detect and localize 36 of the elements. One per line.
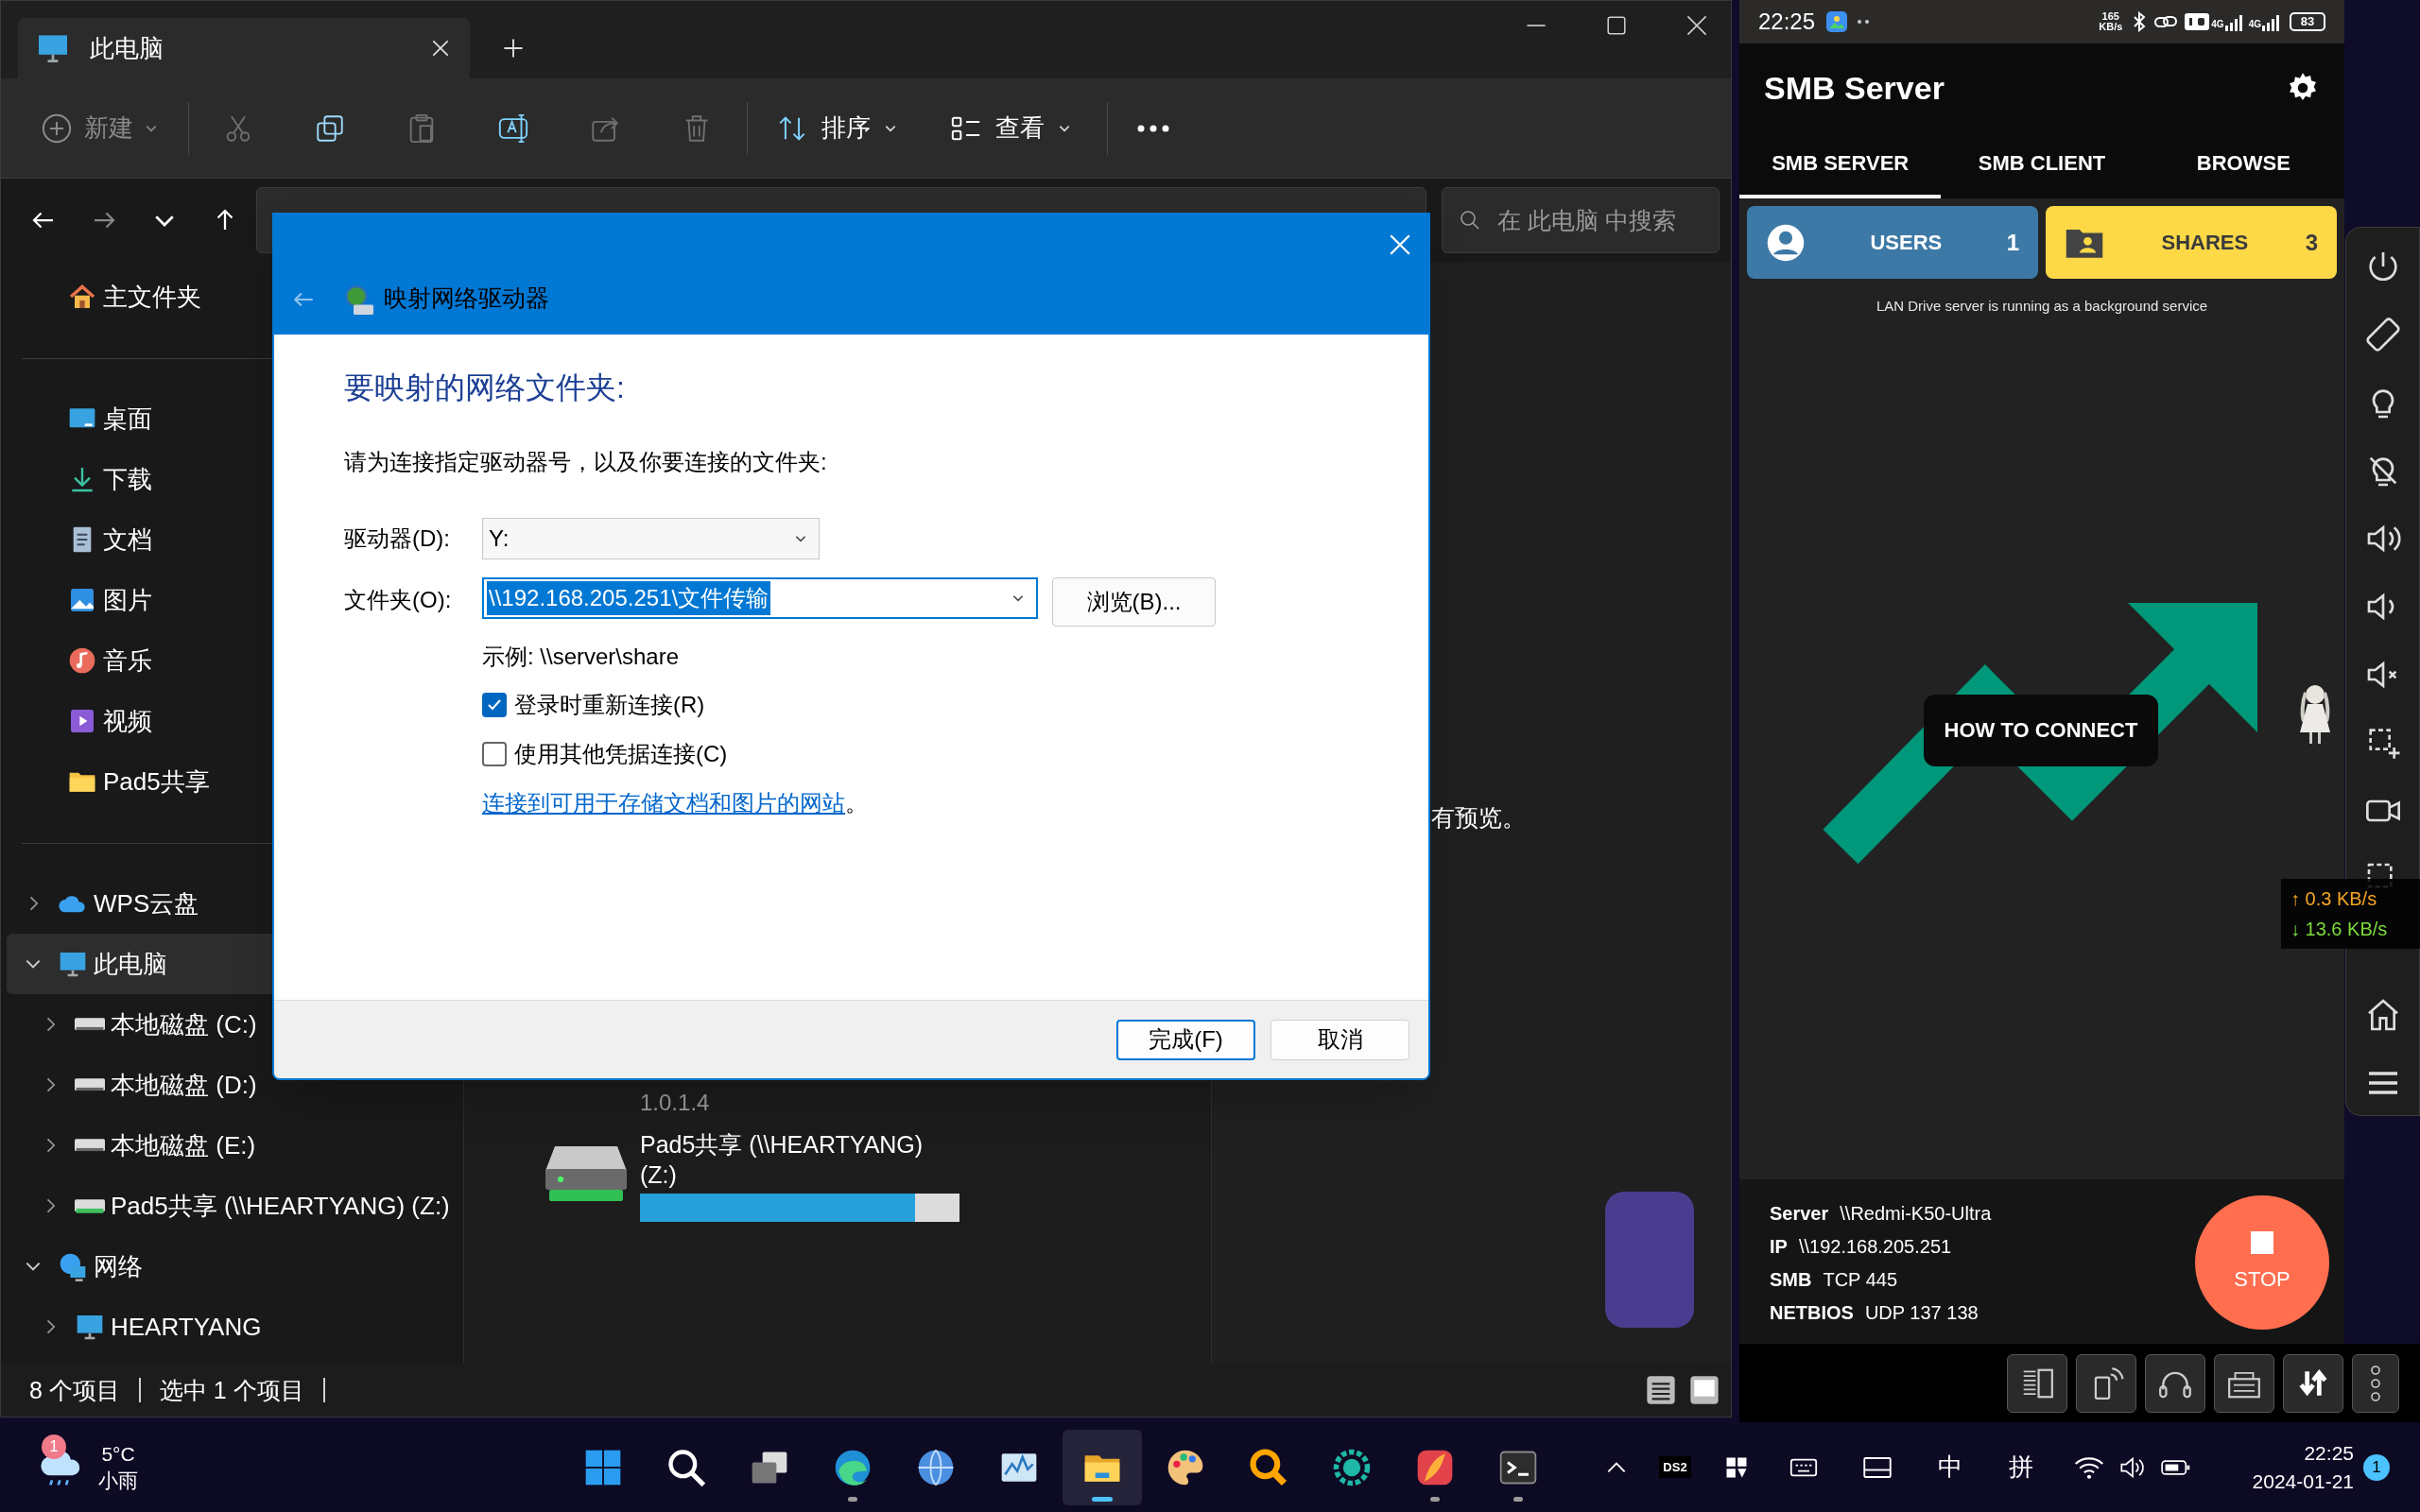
info-label: NETBIOS — [1770, 1300, 1854, 1325]
info-label: IP — [1770, 1234, 1788, 1259]
instruction-text: 请为连接指定驱动器号，以及你要连接的文件夹: — [344, 448, 828, 476]
dialog-heading: 要映射的网络文件夹: — [344, 369, 626, 406]
example-text: 示例: \\server\share — [482, 644, 681, 670]
battery-indicator: 83 — [2290, 12, 2325, 31]
info-value: UDP 137 138 — [1864, 1300, 1979, 1325]
info-label: SMB — [1770, 1267, 1812, 1292]
link-period: 。 — [845, 789, 868, 817]
dialog-title: 映射网络驱动器 — [384, 283, 549, 313]
network-type-label: 4G — [2248, 17, 2261, 31]
version-text: 1.0.1.4 — [640, 1089, 710, 1117]
upload-speed: ↑ 0.3 KB/s — [2290, 887, 2378, 911]
item-count: 8 个项目 — [29, 1378, 141, 1402]
info-value: \\192.168.205.251 — [1798, 1234, 1952, 1259]
status-time: 22:25 — [1758, 8, 1816, 36]
weather-condition: 小雨 — [98, 1468, 138, 1493]
info-label: Server — [1770, 1201, 1829, 1226]
app-title: SMB Server — [1764, 68, 1945, 108]
info-value: TCP 445 — [1823, 1267, 1898, 1292]
folder-label: 文件夹(O): — [344, 586, 453, 614]
service-status-text: LAN Drive server is running as a background service — [1875, 297, 2209, 316]
drive-label: 驱动器(D): — [344, 524, 451, 553]
info-value: \\Redmi-K50-Ultra — [1840, 1201, 1992, 1226]
download-speed: ↓ 13.6 KB/s — [2290, 918, 2389, 941]
preview-message: 有预览。 — [1431, 803, 1526, 833]
notification-badge: 1 — [42, 1434, 66, 1459]
net-speed-value: 165 — [2101, 11, 2119, 22]
checkbox-label: 使用其他凭据连接(C) — [514, 740, 728, 768]
drive-name: Pad5共享 (\\HEARTYANG) (Z:) — [640, 1130, 925, 1190]
temperature: 5°C — [100, 1441, 136, 1467]
selection-count: 选中 1 个项目 — [140, 1378, 325, 1402]
network-type-label: 4G — [2211, 17, 2224, 31]
checkbox-label: 登录时重新连接(R) — [514, 691, 705, 719]
net-speed-unit: KB/s — [2099, 22, 2123, 32]
tab-title: 此电脑 — [90, 32, 164, 64]
